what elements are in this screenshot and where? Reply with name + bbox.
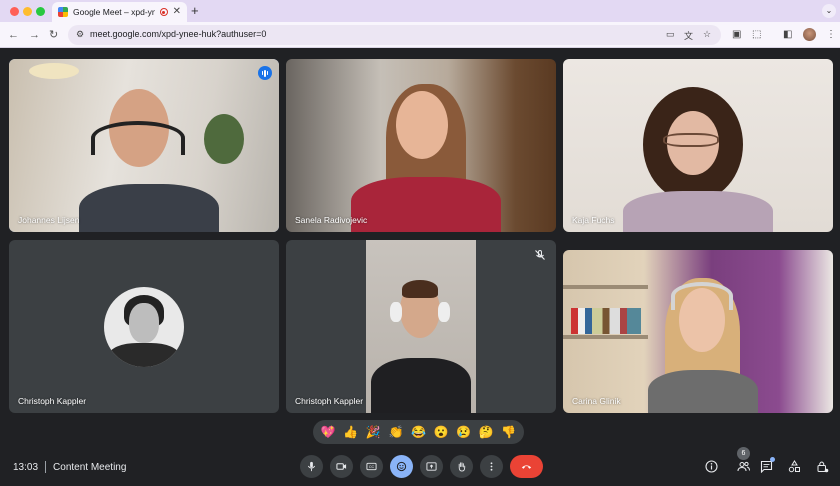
- participant-video: [366, 240, 476, 413]
- close-window-button[interactable]: [10, 7, 19, 16]
- browser-toolbar: ← → ↻ ⚙ meet.google.com/xpd-ynee-huk?aut…: [0, 22, 840, 48]
- unread-chat-indicator: [770, 457, 775, 462]
- extensions-icon[interactable]: ⬚: [752, 28, 761, 42]
- raise-hand-button[interactable]: [450, 455, 473, 478]
- browser-tab-strip: Google Meet – xpd-ynee-huk ✕ + ⌄: [0, 0, 840, 22]
- participant-name: Sanela Radivojevic: [295, 215, 368, 225]
- camera-button[interactable]: [330, 455, 353, 478]
- reaction-thinking[interactable]: 🤔: [479, 425, 494, 439]
- meeting-title: Content Meeting: [53, 461, 127, 473]
- cast-icon[interactable]: ▣: [732, 28, 741, 42]
- side-panel-icon[interactable]: ◧: [783, 28, 792, 42]
- raise-hand-icon: [458, 462, 466, 472]
- participant-video: [563, 59, 833, 232]
- maximize-window-button[interactable]: [36, 7, 45, 16]
- minimize-window-button[interactable]: [23, 7, 32, 16]
- meeting-info-button[interactable]: [704, 459, 718, 473]
- participant-avatar: [104, 286, 184, 367]
- reload-icon[interactable]: ↻: [49, 27, 58, 43]
- translate-icon[interactable]: 文: [684, 29, 693, 42]
- tab-title: Google Meet – xpd-ynee-huk: [73, 7, 155, 17]
- divider: [45, 461, 47, 473]
- mic-icon: [307, 461, 316, 472]
- participant-tile[interactable]: Christoph Kappler: [9, 240, 279, 413]
- forward-icon[interactable]: →: [29, 27, 40, 43]
- participant-tile[interactable]: Carina Glinik: [563, 250, 833, 413]
- mic-muted-icon: [535, 250, 545, 260]
- participant-tile[interactable]: Johannes Lijsen: [9, 59, 279, 232]
- participant-name: Christoph Kappler: [18, 396, 87, 406]
- meeting-time: 13:03: [13, 461, 39, 473]
- new-tab-button[interactable]: +: [191, 3, 199, 19]
- meeting-details: 13:03 Content Meeting: [13, 461, 126, 473]
- end-call-button[interactable]: [510, 455, 543, 478]
- participant-tile[interactable]: Sanela Radivojevic: [286, 59, 556, 232]
- present-button[interactable]: [420, 455, 443, 478]
- participant-video: [9, 59, 279, 232]
- participant-name: Johannes Lijsen: [18, 215, 80, 225]
- tab-search-button[interactable]: ⌄: [822, 4, 836, 18]
- reaction-surprised[interactable]: 😮: [434, 425, 449, 439]
- meet-favicon-icon: [58, 7, 68, 17]
- mic-button[interactable]: [300, 455, 323, 478]
- reaction-heart[interactable]: 💖: [321, 425, 336, 439]
- reaction-clap[interactable]: 👏: [388, 425, 403, 439]
- reaction-laugh[interactable]: 😂: [411, 425, 426, 439]
- reaction-thumbs-up[interactable]: 👍: [343, 425, 358, 439]
- people-icon: [737, 461, 750, 471]
- close-tab-icon[interactable]: ✕: [173, 7, 181, 17]
- participant-tile[interactable]: Kaja Fuchs: [563, 59, 833, 232]
- camera-in-use-icon[interactable]: ▭: [666, 29, 675, 40]
- emoji-button[interactable]: [390, 455, 413, 478]
- profile-avatar[interactable]: [803, 28, 816, 41]
- captions-button[interactable]: CC: [360, 455, 383, 478]
- reaction-party[interactable]: 🎉: [366, 425, 381, 439]
- participant-name: Carina Glinik: [572, 396, 621, 406]
- browser-menu-icon[interactable]: ⋮: [826, 28, 836, 42]
- recording-icon: [159, 8, 168, 16]
- captions-icon: CC: [366, 462, 377, 471]
- host-controls-button[interactable]: [815, 459, 829, 473]
- more-options-button[interactable]: [480, 455, 503, 478]
- back-icon[interactable]: ←: [8, 27, 19, 43]
- host-controls-icon: [817, 461, 828, 472]
- reactions-bar: 💖 👍 🎉 👏 😂 😮 😢 🤔 👎: [313, 420, 524, 444]
- activities-button[interactable]: [787, 459, 801, 473]
- speaking-indicator-icon: [258, 66, 272, 80]
- participant-name: Christoph Kappler: [295, 396, 364, 406]
- info-icon: [704, 459, 718, 473]
- more-icon: [490, 462, 493, 471]
- browser-tab-meet[interactable]: Google Meet – xpd-ynee-huk ✕: [52, 2, 187, 22]
- emoji-icon: [396, 461, 407, 472]
- activities-icon: [788, 459, 800, 472]
- url-text[interactable]: meet.google.com/xpd-ynee-huk?authuser=0: [90, 29, 266, 39]
- participant-name: Kaja Fuchs: [572, 215, 615, 225]
- reaction-thumbs-down[interactable]: 👎: [501, 425, 516, 439]
- present-icon: [426, 462, 437, 471]
- participant-tile[interactable]: Christoph Kappler: [286, 240, 556, 413]
- participant-video: [563, 250, 833, 413]
- address-bar[interactable]: ⚙ meet.google.com/xpd-ynee-huk?authuser=…: [68, 25, 721, 45]
- people-button[interactable]: [736, 459, 750, 473]
- end-call-icon: [521, 465, 532, 469]
- camera-icon: [336, 463, 347, 470]
- bookmark-star-icon[interactable]: ☆: [703, 29, 711, 40]
- participant-video: [286, 59, 556, 232]
- site-settings-icon[interactable]: ⚙: [76, 29, 84, 40]
- reaction-sad[interactable]: 😢: [456, 425, 471, 439]
- svg-text:CC: CC: [369, 465, 375, 469]
